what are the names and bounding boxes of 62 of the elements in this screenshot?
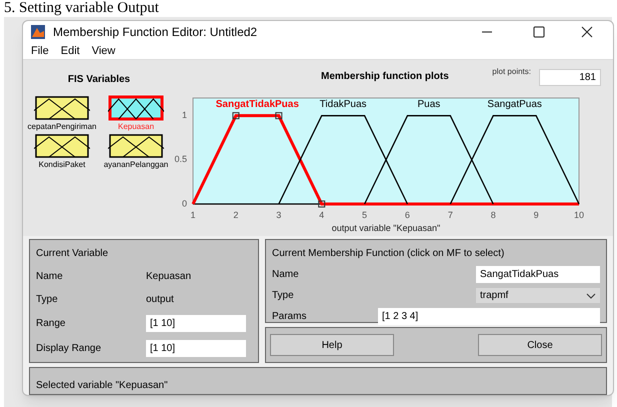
menu-item[interactable]: Edit [60, 42, 80, 59]
selected-membership-line[interactable] [192, 114, 579, 206]
x-tick-label: 9 [534, 210, 539, 220]
document-heading: 5. Setting variable Output [4, 0, 159, 16]
handle-markers[interactable] [232, 112, 326, 208]
app-icon [31, 24, 45, 39]
series-label: Puas [418, 99, 440, 110]
variable-label[interactable]: KondisiPaket [38, 159, 86, 171]
variable-icon[interactable] [34, 95, 90, 121]
close-icon[interactable] [581, 26, 593, 38]
status-text: Selected variable "Kepuasan" [36, 380, 168, 391]
x-tick-label: 2 [233, 210, 238, 220]
variable-name: Kepuasan [146, 270, 192, 284]
field-label: Type [272, 289, 295, 303]
x-axis-label: output variable "Kepuasan" [332, 223, 440, 233]
x-tick-label: 6 [404, 210, 410, 220]
type-dropdown[interactable]: trapmf [476, 288, 600, 303]
menu-item[interactable]: View [92, 42, 116, 59]
text-field[interactable]: [1 10] [146, 340, 246, 357]
x-tick-label: 7 [448, 210, 453, 220]
field-label: Params [272, 310, 308, 324]
variable-label[interactable]: cepatanPengiriman [28, 121, 96, 133]
y-tick-label: 0.5 [174, 154, 187, 164]
variable-icon[interactable] [34, 133, 90, 159]
series-label: SangatPuas [487, 99, 542, 110]
text-field[interactable]: [1 10] [146, 315, 246, 332]
membership-line[interactable] [450, 115, 580, 204]
x-tick-label: 3 [276, 210, 282, 220]
field-label: Name [36, 270, 64, 284]
plot-points-label: plot points: [492, 66, 531, 78]
x-tick-label: 5 [362, 210, 368, 220]
panel-title: Current Variable [36, 247, 110, 261]
x-tick-label: 4 [319, 210, 324, 220]
variable-icon[interactable] [108, 133, 164, 159]
membership-line[interactable] [364, 115, 494, 204]
membership-line[interactable] [278, 115, 408, 204]
field-label: Display Range [36, 342, 102, 356]
variable-type: output [146, 293, 175, 307]
panel-title: FIS Variables [68, 73, 130, 87]
maximize-icon[interactable] [533, 26, 545, 38]
panel-title: Current Membership Function (click on MF to select) [272, 247, 506, 261]
variable-icon[interactable] [108, 95, 164, 121]
series-label: SangatTidakPuas [216, 99, 299, 110]
text-field[interactable]: [1 2 3 4] [378, 308, 600, 325]
plot-title: Membership function plots [321, 70, 449, 84]
field-label: Name [272, 268, 300, 282]
field-label: Range [36, 317, 66, 331]
series-label: TidakPuas [320, 99, 367, 110]
y-tick-label: 0 [182, 198, 187, 208]
dialog-button[interactable]: Close [478, 334, 602, 356]
plot-points-field[interactable]: 181 [539, 69, 601, 86]
caret-icon [586, 292, 596, 300]
variable-label[interactable]: ayananPelanggan [104, 159, 168, 171]
field-label: Type [36, 293, 59, 307]
text-field[interactable]: SangatTidakPuas [476, 266, 600, 283]
y-tick-label: 1 [182, 110, 187, 120]
x-tick-label: 8 [490, 210, 496, 220]
dialog-button[interactable]: Help [270, 334, 394, 356]
x-tick-label: 1 [190, 210, 196, 220]
menu-item[interactable]: File [31, 42, 49, 59]
x-tick-label: 10 [574, 210, 584, 220]
window-title: Membership Function Editor: Untitled2 [53, 24, 258, 41]
